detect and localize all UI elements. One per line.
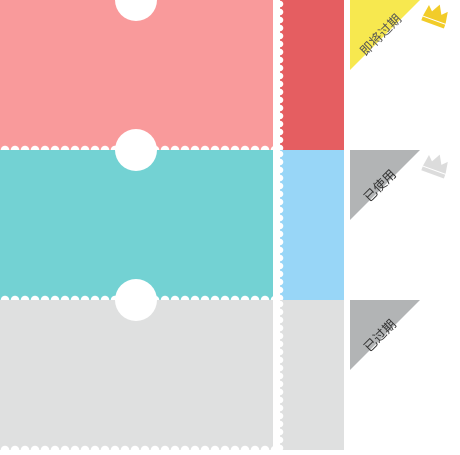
status-corner-badge: 已使用 <box>350 150 420 220</box>
coupon-main-panel <box>0 279 273 455</box>
coupon-card-expired[interactable]: 已过期 <box>0 279 460 455</box>
coupon-notch <box>115 279 157 321</box>
coupon-stub <box>276 300 344 450</box>
status-corner-badge: 即将过期 <box>350 0 420 70</box>
coupon-stub <box>276 150 344 300</box>
stub-scallop-edge <box>276 150 284 300</box>
crown-icon <box>421 154 448 179</box>
stub-scallop-edge <box>276 0 284 150</box>
coupon-main-panel <box>0 129 273 305</box>
status-corner-badge: 已过期 <box>350 300 420 370</box>
stub-scallop-edge <box>276 300 284 450</box>
coupon-card-expiring[interactable]: 即将过期 <box>0 0 460 155</box>
coupon-main-panel <box>0 0 273 155</box>
coupon-scallop-edge <box>0 445 273 455</box>
coupon-card-used[interactable]: 已使用 <box>0 129 460 305</box>
coupon-stub <box>276 0 344 150</box>
coupon-notch <box>115 0 157 21</box>
coupon-notch <box>115 129 157 171</box>
crown-icon <box>421 4 448 29</box>
